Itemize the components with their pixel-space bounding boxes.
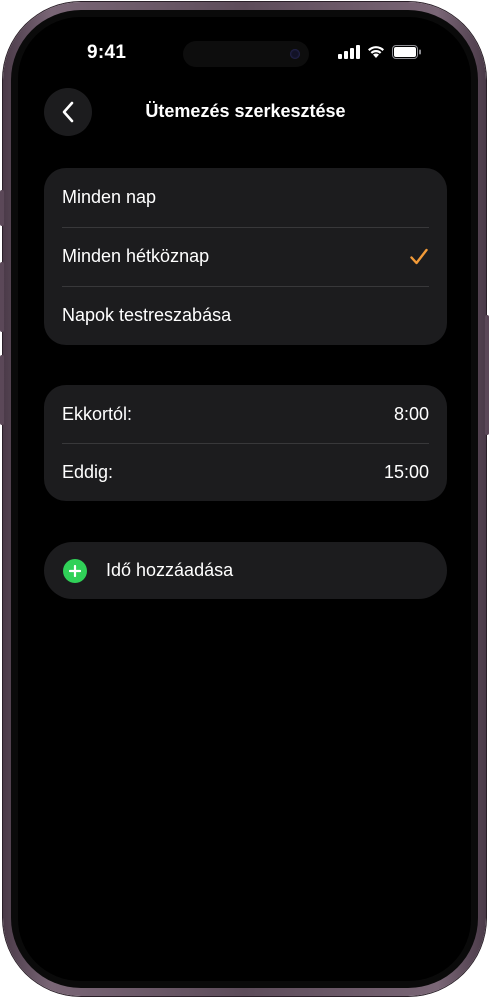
add-time-button[interactable]: Idő hozzáadása: [44, 542, 447, 599]
volume-up-button: [0, 262, 4, 332]
add-time-label: Idő hozzáadása: [106, 560, 234, 580]
volume-down-button: [0, 355, 4, 425]
to-time-row[interactable]: Eddig: 15:00: [44, 443, 447, 501]
option-custom-days[interactable]: Napok testreszabása: [44, 286, 447, 345]
plus-icon: [69, 564, 81, 577]
time-range-group: Ekkortól: 8:00 Eddig: 15:00: [44, 385, 447, 501]
status-time: 9:41: [87, 42, 127, 63]
from-label: Ekkortól:: [62, 403, 133, 424]
power-button: [485, 315, 489, 435]
option-label: Minden nap: [62, 187, 157, 207]
battery-icon: [392, 44, 421, 59]
repeat-options-group: Minden nap Minden hétköznap Napok testre…: [44, 168, 447, 345]
page-title: Ütemezés szerkesztése: [145, 101, 346, 121]
option-every-weekday[interactable]: Minden hétköznap: [44, 227, 447, 286]
plus-circle-icon: [63, 558, 87, 583]
to-value: 15:00: [383, 461, 429, 482]
from-time-row[interactable]: Ekkortól: 8:00: [44, 385, 447, 443]
checkmark-icon: [410, 248, 428, 264]
status-icons: [338, 44, 422, 59]
cellular-signal-icon: [338, 44, 360, 59]
option-every-day[interactable]: Minden nap: [44, 168, 447, 227]
option-label: Napok testreszabása: [62, 305, 232, 325]
from-value: 8:00: [393, 403, 429, 424]
wifi-icon: [368, 46, 384, 58]
camera-icon: [290, 49, 300, 59]
option-label: Minden hétköznap: [62, 246, 210, 266]
to-label: Eddig:: [62, 461, 114, 482]
action-button: [0, 190, 4, 226]
